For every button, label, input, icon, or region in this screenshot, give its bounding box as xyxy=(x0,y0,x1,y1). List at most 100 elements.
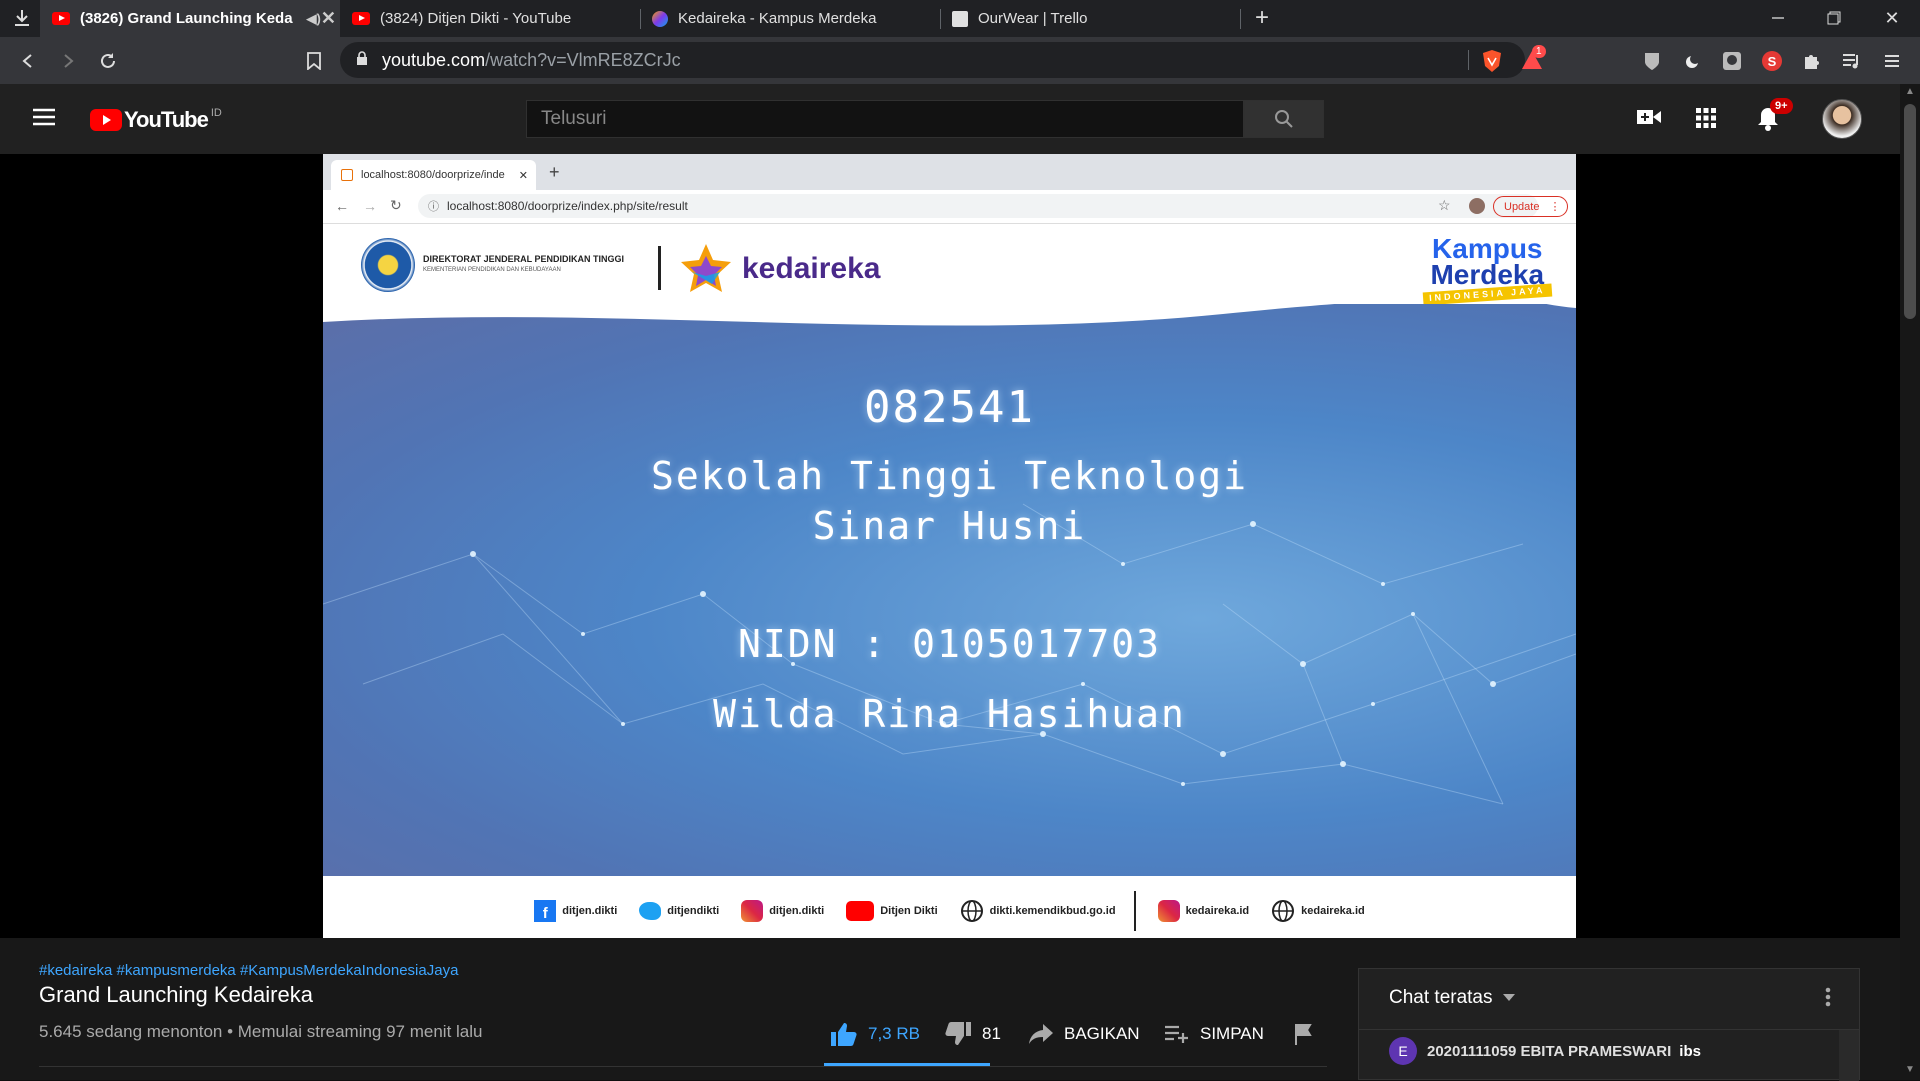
inner-browser-tabs: localhost:8080/doorprize/inde ✕ + xyxy=(323,154,1576,190)
tab-title: OurWear | Trello xyxy=(978,10,1088,27)
tab-grand-launching[interactable]: (3826) Grand Launching Keda ◀) ✕ xyxy=(40,0,340,37)
save-label: SIMPAN xyxy=(1200,1024,1264,1043)
save-button[interactable]: SIMPAN xyxy=(1164,1016,1264,1052)
tab-title: (3826) Grand Launching Keda xyxy=(80,10,293,27)
like-button[interactable]: 7,3 RB xyxy=(830,1016,920,1052)
inner-reload-icon: ↻ xyxy=(390,197,402,213)
chat-message: E 20201111059 EBITA PRAMESWARI ibs xyxy=(1389,1037,1701,1065)
close-window-icon[interactable]: ✕ xyxy=(1878,4,1906,32)
browser-toolbar: youtube.com/watch?v=VlmRE8ZCrJc 1 S xyxy=(0,37,1920,84)
twitter-icon xyxy=(639,902,662,920)
omnibox-divider xyxy=(1468,50,1469,70)
footer-label: kedaireka.id xyxy=(1185,905,1250,917)
globe-icon xyxy=(1272,900,1295,922)
download-icon[interactable] xyxy=(8,4,36,32)
kedaireka-logo: kedaireka xyxy=(678,242,880,296)
footer-label: ditjen.dikti xyxy=(769,905,825,917)
chat-mode-dropdown[interactable]: Chat teratas xyxy=(1389,987,1515,1009)
dislike-button[interactable]: 81 xyxy=(944,1016,1001,1052)
tab-title: (3824) Ditjen Dikti - YouTube xyxy=(380,10,572,27)
youtube-icon xyxy=(846,901,875,921)
slide-footer: f ditjen.dikti ditjendikti ditjen.dikti … xyxy=(323,884,1576,938)
share-arrow-icon xyxy=(1029,1024,1053,1044)
footer-label: dikti.kemendikbud.go.id xyxy=(989,905,1116,917)
kemendikbud-subtitle: KEMENTERIAN PENDIDIKAN DAN KEBUDAYAAN xyxy=(423,267,561,273)
inner-profile-avatar xyxy=(1469,198,1485,214)
inner-update-label: Update xyxy=(1504,200,1540,213)
inner-tab-title: localhost:8080/doorprize/inde xyxy=(361,169,505,181)
youtube-favicon-icon xyxy=(52,12,70,25)
footer-label: Ditjen Dikti xyxy=(880,905,938,917)
youtube-logo[interactable]: YouTube ID xyxy=(90,107,222,133)
scroll-up-arrow-icon[interactable]: ▲ xyxy=(1905,86,1915,97)
dikti-title: DIREKTORAT JENDERAL PENDIDIKAN TINGGI xyxy=(423,254,625,264)
search-input[interactable]: Telusuri xyxy=(526,100,1244,138)
video-frame: localhost:8080/doorprize/inde ✕ + ← → ↻ … xyxy=(323,154,1576,938)
chat-more-options-icon[interactable] xyxy=(1825,987,1831,1012)
new-tab-icon[interactable]: + xyxy=(1248,4,1276,32)
search-button[interactable] xyxy=(1244,100,1324,138)
footer-item-kedaireka-web: kedaireka.id xyxy=(1271,899,1365,923)
slide-background: 082541 Sekolah Tinggi Teknologi Sinar Hu… xyxy=(323,304,1576,876)
video-meta: 5.645 sedang menonton • Memulai streamin… xyxy=(39,1022,483,1041)
restore-icon[interactable] xyxy=(1820,4,1848,32)
inner-new-tab-icon: + xyxy=(549,162,560,182)
reload-icon[interactable] xyxy=(94,47,122,75)
video-title: Grand Launching Kedaireka xyxy=(39,982,313,1007)
tab-separator xyxy=(1240,9,1241,29)
youtube-logo-icon xyxy=(90,109,122,131)
user-avatar[interactable] xyxy=(1822,99,1862,139)
inner-url: localhost:8080/doorprize/index.php/site/… xyxy=(447,199,688,213)
media-control-icon[interactable] xyxy=(1838,47,1866,75)
inner-forward-icon: → xyxy=(363,198,377,214)
scroll-down-arrow-icon[interactable]: ▼ xyxy=(1905,1064,1915,1075)
browser-tab-strip: (3826) Grand Launching Keda ◀) ✕ (3824) … xyxy=(0,0,1920,37)
chat-message-text: ibs xyxy=(1679,1042,1701,1060)
close-tab-icon[interactable]: ✕ xyxy=(321,8,336,29)
guide-menu-icon[interactable] xyxy=(32,107,56,132)
chat-scrollbar[interactable] xyxy=(1839,1030,1859,1081)
speaker-icon[interactable]: ◀) xyxy=(307,11,321,27)
brave-shield-icon[interactable] xyxy=(1481,49,1503,78)
inner-url-field: ⓘ localhost:8080/doorprize/index.php/sit… xyxy=(418,194,1538,218)
ghostery-extension-icon[interactable] xyxy=(1718,47,1746,75)
extensions-puzzle-icon[interactable] xyxy=(1798,47,1826,75)
youtube-favicon-icon xyxy=(352,12,370,25)
dark-reader-extension-icon[interactable] xyxy=(1678,47,1706,75)
tab-kedaireka[interactable]: Kedaireka - Kampus Merdeka xyxy=(640,0,940,37)
trello-favicon-icon xyxy=(952,10,968,27)
share-button[interactable]: BAGIKAN xyxy=(1028,1016,1140,1052)
create-video-icon[interactable] xyxy=(1636,107,1662,132)
bitwarden-extension-icon[interactable] xyxy=(1638,47,1666,75)
footer-divider xyxy=(1133,891,1136,931)
apps-grid-icon[interactable] xyxy=(1696,108,1716,133)
brave-rewards-icon[interactable]: 1 xyxy=(1520,45,1546,76)
chat-author-avatar[interactable]: E xyxy=(1389,1037,1417,1065)
minimize-icon[interactable] xyxy=(1764,4,1792,32)
bookmark-icon[interactable] xyxy=(300,47,328,75)
tab-ditjen-dikti[interactable]: (3824) Ditjen Dikti - YouTube xyxy=(340,0,640,37)
s-extension-icon[interactable]: S xyxy=(1758,47,1786,75)
report-button[interactable] xyxy=(1294,1016,1314,1052)
footer-item-youtube: Ditjen Dikti xyxy=(846,901,938,921)
inner-star-icon: ☆ xyxy=(1438,197,1451,213)
globe-icon xyxy=(960,900,983,922)
footer-item-website: dikti.kemendikbud.go.id xyxy=(960,899,1116,923)
institution-name-line1: Sekolah Tinggi Teknologi xyxy=(650,454,1249,498)
video-player[interactable]: localhost:8080/doorprize/inde ✕ + ← → ↻ … xyxy=(0,154,1900,938)
share-label: BAGIKAN xyxy=(1064,1024,1140,1043)
back-icon[interactable] xyxy=(14,47,42,75)
browser-menu-icon[interactable] xyxy=(1878,47,1906,75)
scrollbar-thumb[interactable] xyxy=(1904,104,1916,319)
notifications-bell-icon[interactable]: 9+ xyxy=(1756,98,1793,137)
youtube-header: YouTube ID Telusuri 9+ xyxy=(0,84,1900,154)
page-scrollbar[interactable]: ▲ ▼ xyxy=(1900,84,1920,1080)
chat-author-name[interactable]: 20201111059 EBITA PRAMESWARI xyxy=(1427,1043,1671,1060)
tab-trello[interactable]: OurWear | Trello xyxy=(940,0,1240,37)
address-bar[interactable]: youtube.com/watch?v=VlmRE8ZCrJc 1 xyxy=(340,42,1546,78)
forward-icon[interactable] xyxy=(54,47,82,75)
winner-name: Wilda Rina Hasihuan xyxy=(713,692,1186,736)
facebook-icon: f xyxy=(534,900,557,922)
video-hashtags[interactable]: #kedaireka #kampusmerdeka #KampusMerdeka… xyxy=(39,962,458,979)
footer-label: ditjen.dikti xyxy=(562,905,618,917)
